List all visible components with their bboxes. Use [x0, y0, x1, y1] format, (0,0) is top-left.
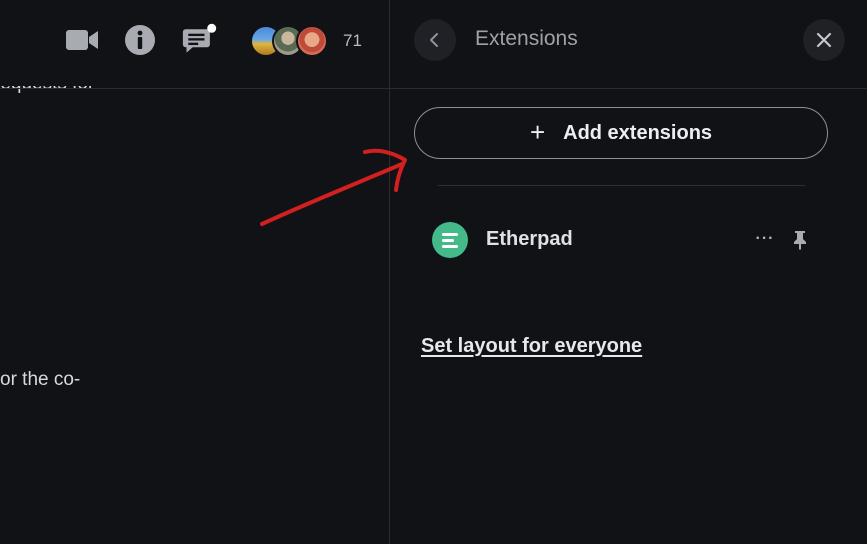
back-button[interactable] [414, 19, 456, 61]
participant-avatars[interactable]: 71 [250, 25, 370, 57]
main-content-pane: requests for or the co- 71 [0, 0, 389, 544]
plus-icon: + [529, 117, 546, 147]
avatar [296, 25, 328, 57]
set-layout-link[interactable]: Set layout for everyone [421, 335, 642, 358]
panel-title: Extensions [475, 27, 578, 50]
info-icon[interactable] [122, 22, 158, 58]
pin-button[interactable] [788, 226, 812, 254]
more-options-button[interactable]: ··· [753, 224, 777, 254]
chevron-left-icon [430, 33, 438, 47]
header-divider [0, 88, 867, 89]
pin-icon [794, 231, 806, 250]
add-extensions-button[interactable]: + Add extensions [414, 107, 828, 159]
add-extensions-label: Add extensions [563, 121, 713, 144]
extension-item-etherpad[interactable]: Etherpad ··· [420, 218, 820, 264]
app-window: requests for or the co- 71 Extensions + … [0, 0, 867, 544]
content-text-line: requests for [0, 73, 95, 94]
notification-dot [207, 23, 217, 33]
chat-icon-glyph [182, 23, 217, 53]
info-icon-glyph [125, 25, 155, 55]
extension-name: Etherpad [486, 228, 573, 250]
etherpad-icon [432, 222, 468, 258]
video-icon[interactable] [64, 22, 100, 58]
close-icon [816, 32, 832, 48]
pane-divider [389, 0, 390, 544]
annotation-arrow-icon [260, 148, 407, 226]
chat-icon[interactable] [182, 22, 218, 58]
section-divider [438, 185, 805, 186]
close-button[interactable] [803, 19, 845, 61]
participant-count: 71 [343, 31, 362, 50]
content-text-line: or the co- [0, 369, 81, 390]
video-icon-glyph [66, 30, 98, 50]
